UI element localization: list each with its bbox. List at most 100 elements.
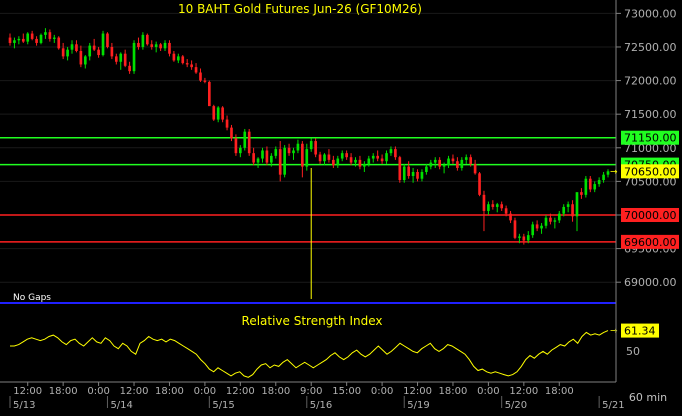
candle-body <box>411 171 415 177</box>
candle-body <box>270 155 273 163</box>
candle-body <box>128 65 131 72</box>
candle-body <box>296 143 300 151</box>
candle-body <box>349 157 353 163</box>
candle-body <box>163 42 167 49</box>
candle <box>57 36 61 50</box>
price-tick-label: 73000.00 <box>624 7 677 20</box>
candle-body <box>247 131 251 154</box>
date-tick-label: 5/21 <box>602 400 624 411</box>
candle-body <box>584 178 588 195</box>
candle-body <box>540 225 543 229</box>
candle-body <box>340 153 344 159</box>
candle-body <box>327 154 331 160</box>
candle-body <box>216 107 220 120</box>
candle-body <box>318 154 322 162</box>
candle-body <box>429 162 433 167</box>
date-tick-label: 5/15 <box>212 400 234 411</box>
candle-body <box>101 33 105 56</box>
time-tick-label: 12:00 <box>509 386 538 397</box>
rsi-last-arrow: → <box>610 327 618 337</box>
candle-body <box>407 166 410 177</box>
candle-body <box>323 154 326 162</box>
candle-body <box>190 64 193 68</box>
candle-body <box>168 42 171 54</box>
candle-body <box>26 33 30 42</box>
date-tick-label: 5/20 <box>505 400 527 411</box>
candle-body <box>575 192 579 217</box>
candle-body <box>185 63 189 65</box>
rsi-level-label: 50 <box>626 345 640 358</box>
candle <box>402 163 406 183</box>
candle-body <box>553 220 557 222</box>
candle <box>314 138 317 158</box>
candle-body <box>172 53 176 61</box>
price-tick-label: 69000.00 <box>624 276 677 289</box>
time-tick-label: 12:00 <box>120 386 149 397</box>
candle-body <box>194 67 198 73</box>
candle-body <box>287 147 291 154</box>
candle-body <box>402 166 406 181</box>
candle-body <box>145 34 149 45</box>
chart-root: 50→61.34 69000.0069500.0070000.0070500.0… <box>0 0 682 412</box>
candle-body <box>154 44 158 47</box>
candle <box>283 145 286 178</box>
candle-body <box>433 159 437 163</box>
gold-futures-chart: 50→61.34 69000.0069500.0070000.0070500.0… <box>0 0 682 412</box>
candle-body <box>371 155 375 159</box>
time-tick-label: 18:00 <box>155 386 184 397</box>
candle-body <box>385 153 388 162</box>
candle-body <box>283 147 286 175</box>
candle-body <box>495 204 499 207</box>
time-tick-label: 0:00 <box>194 386 216 397</box>
candle-body <box>61 48 65 57</box>
candle-body <box>336 158 340 166</box>
candle <box>398 155 402 183</box>
candle-body <box>442 165 446 167</box>
candle <box>208 80 211 107</box>
time-tick-label: 9:00 <box>300 386 322 397</box>
last-price-label: 70650.00 <box>624 165 677 178</box>
candle-body <box>274 149 278 156</box>
resistance-label: 71150.00 <box>624 132 677 145</box>
time-tick-label: 12:00 <box>226 386 255 397</box>
candle-body <box>549 217 552 222</box>
candle <box>145 33 149 46</box>
date-tick-label: 5/16 <box>310 400 332 411</box>
candle-body <box>35 38 38 43</box>
candle <box>247 128 251 156</box>
candle-body <box>110 46 114 57</box>
candle-body <box>114 56 118 62</box>
candle-body <box>8 37 12 43</box>
candle-body <box>398 157 402 181</box>
candle-body <box>44 32 47 35</box>
candle-body <box>425 166 428 172</box>
candle-body <box>482 194 486 211</box>
candle-body <box>203 80 207 82</box>
candle-body <box>208 81 211 107</box>
chart-title: 10 BAHT Gold Futures Jun-26 (GF10M26) <box>178 2 422 16</box>
candle-body <box>176 56 180 61</box>
candle-body <box>606 171 610 175</box>
candle-body <box>234 138 238 154</box>
candle-body <box>571 204 574 217</box>
candle-body <box>92 45 96 50</box>
candle-body <box>580 192 583 195</box>
time-tick-label: 12:00 <box>13 386 42 397</box>
candle-body <box>416 171 419 179</box>
candle-body <box>57 37 61 49</box>
candle-body <box>451 158 455 162</box>
candle-body <box>363 163 366 167</box>
candle <box>584 176 588 198</box>
time-tick-label: 12:00 <box>403 386 432 397</box>
candle-body <box>252 153 255 163</box>
candle <box>513 217 517 240</box>
candle-body <box>13 40 16 43</box>
candle-body <box>504 208 508 214</box>
candle-body <box>301 143 304 167</box>
candle-body <box>66 49 69 57</box>
candle-body <box>535 224 539 229</box>
no-gaps-note: No Gaps <box>13 293 51 303</box>
candle-body <box>230 127 233 139</box>
date-tick-label: 5/19 <box>407 400 429 411</box>
support-label: 70000.00 <box>624 209 677 222</box>
